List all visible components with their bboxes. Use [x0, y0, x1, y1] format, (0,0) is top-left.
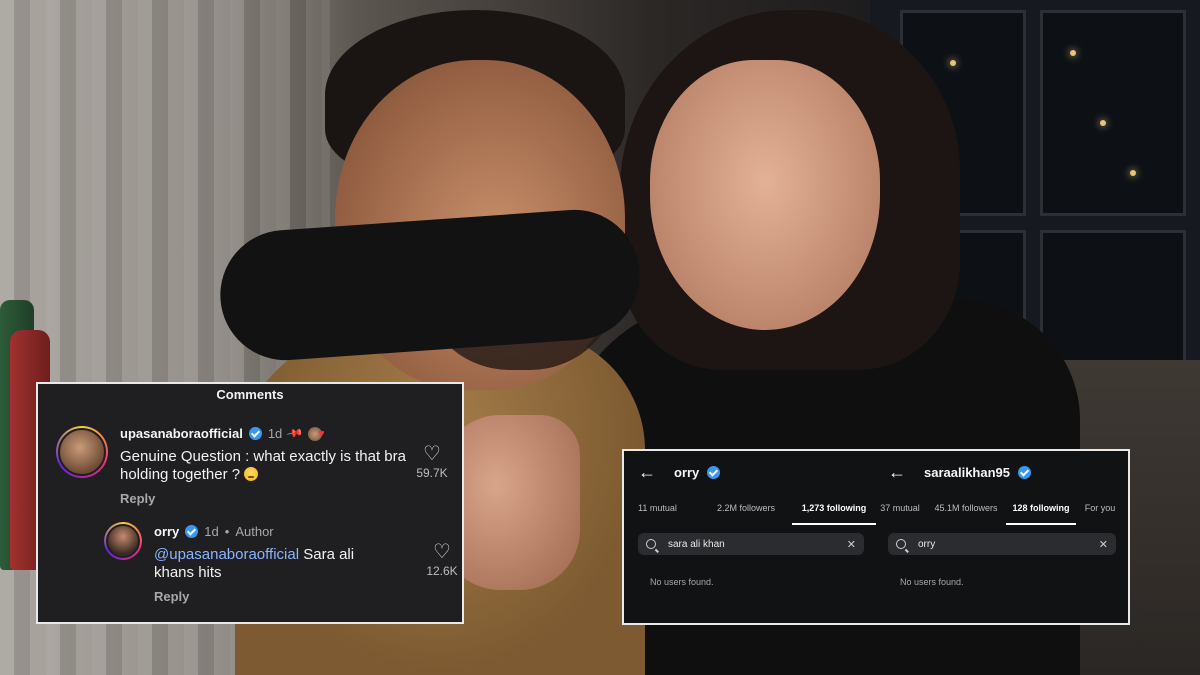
pin-icon: 📌 — [285, 425, 304, 443]
profile-header: ← saraalikhan95 — [888, 463, 1032, 481]
search-icon — [646, 539, 656, 549]
comments-title: Comments — [216, 387, 284, 402]
comments-panel: Comments upasanaboraofficial 1d 📌 ♥ Genu… — [36, 382, 464, 624]
comment-header: orry 1d • Author — [154, 524, 274, 539]
reply-button[interactable]: Reply — [120, 491, 155, 506]
tab-following[interactable]: 128 following — [1006, 497, 1076, 525]
clear-icon[interactable]: ✕ — [1099, 538, 1108, 551]
comment-username[interactable]: upasanaboraofficial — [120, 426, 243, 441]
profile-tabs: 11 mutual 2.2M followers 1,273 following — [638, 497, 876, 527]
heart-icon[interactable]: ♡ — [420, 542, 464, 562]
like-count: 12.6K — [426, 564, 458, 578]
search-input[interactable]: sara ali khan ✕ — [638, 533, 864, 555]
comment-text: @upasanaboraofficial Sara ali khans hits — [154, 546, 355, 581]
author-label: Author — [235, 524, 274, 539]
tab-mutual[interactable]: 37 mutual — [874, 497, 926, 525]
like-block: ♡ 59.7K — [410, 444, 454, 480]
avatar[interactable] — [104, 522, 142, 560]
search-icon — [896, 539, 906, 549]
back-arrow-icon[interactable]: ← — [638, 463, 656, 481]
profile-tabs: 37 mutual 45.1M followers 128 following … — [874, 497, 1124, 527]
following-column-saraalikhan95: ← saraalikhan95 37 mutual 45.1M follower… — [874, 451, 1128, 623]
profile-header: ← orry — [638, 463, 721, 481]
verified-icon — [248, 427, 262, 440]
profile-username: orry — [674, 464, 700, 480]
clear-icon[interactable]: ✕ — [847, 538, 856, 551]
like-block: ♡ 12.6K — [420, 542, 464, 578]
tab-mutual[interactable]: 11 mutual — [638, 497, 700, 525]
verified-icon — [185, 525, 199, 538]
comment-time: 1d — [204, 524, 219, 539]
liked-by-author-icon: ♥ — [307, 426, 330, 441]
like-count: 59.7K — [416, 466, 448, 480]
heart-icon[interactable]: ♡ — [410, 444, 454, 464]
tab-followers[interactable]: 45.1M followers — [926, 497, 1006, 525]
comment-username[interactable]: orry — [154, 524, 179, 539]
tab-for-you[interactable]: For you — [1076, 497, 1124, 525]
empty-state: No users found. — [900, 577, 964, 587]
comment-text: Genuine Question : what exactly is that … — [120, 448, 406, 483]
tab-following[interactable]: 1,273 following — [792, 497, 876, 525]
comment-header: upasanaboraofficial 1d 📌 ♥ — [120, 425, 330, 443]
face-emoji-icon — [244, 467, 259, 481]
profile-username: saraalikhan95 — [924, 464, 1011, 480]
mention-link[interactable]: @upasanaboraofficial — [154, 546, 299, 563]
verified-icon — [1018, 465, 1032, 479]
search-input[interactable]: orry ✕ — [888, 533, 1116, 555]
reply-button[interactable]: Reply — [154, 589, 189, 604]
avatar[interactable] — [56, 426, 108, 478]
empty-state: No users found. — [650, 577, 714, 587]
following-column-orry: ← orry 11 mutual 2.2M followers 1,273 fo… — [624, 451, 876, 623]
search-value: sara ali khan — [668, 538, 725, 550]
tab-followers[interactable]: 2.2M followers — [700, 497, 792, 525]
verified-icon — [707, 465, 721, 479]
following-panel: ← orry 11 mutual 2.2M followers 1,273 fo… — [622, 449, 1130, 625]
woman-face — [650, 60, 880, 330]
search-value: orry — [918, 538, 936, 550]
comment-time: 1d — [267, 426, 283, 441]
back-arrow-icon[interactable]: ← — [888, 463, 906, 481]
